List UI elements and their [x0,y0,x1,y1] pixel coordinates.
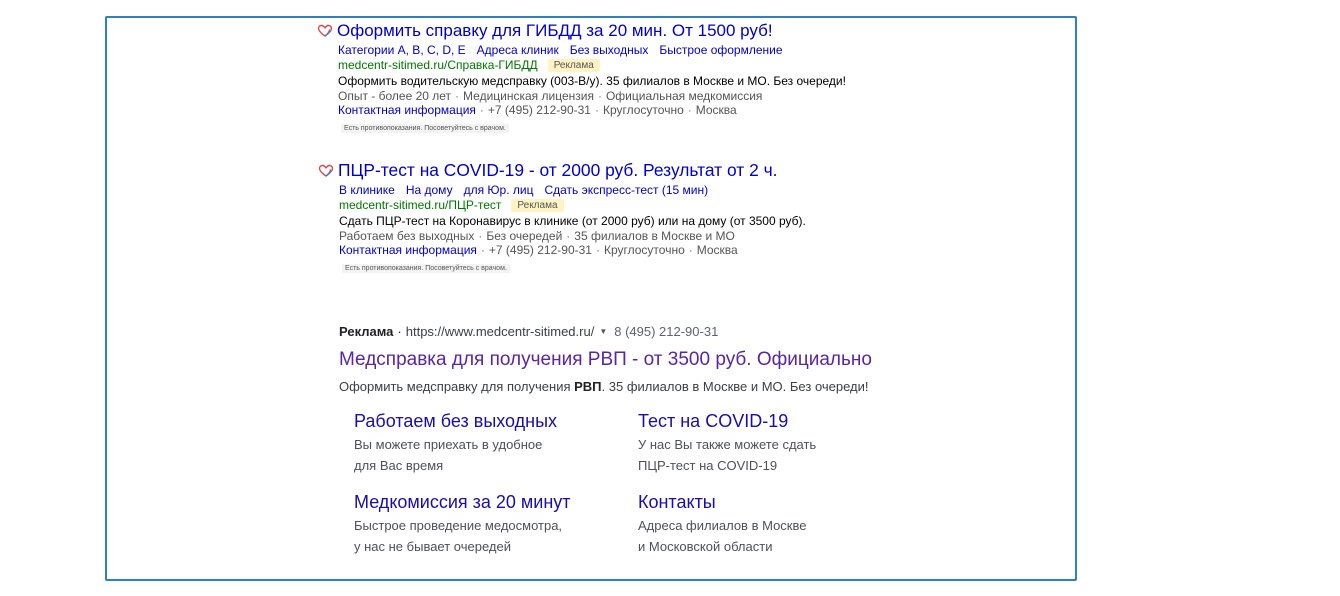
google-ad-description: Оформить медсправку для получения РВП. 3… [339,379,872,394]
sitelink[interactable]: Категории A, B, C, D, E [338,43,466,57]
sitelink-desc-line: у нас не бывает очередей [354,539,511,554]
sitelink-desc-line: Адреса филиалов в Москве [638,518,807,533]
contact-info-link[interactable]: Контактная информация [339,243,477,257]
sitelink[interactable]: Адреса клиник [477,43,559,57]
sitelink-desc-line: У нас Вы также можете сдать [638,437,817,452]
hours: Круглосуточно [603,243,685,257]
sitelink-desc: Быстрое проведение медосмотра, у нас не б… [354,515,614,557]
ad-title-link[interactable]: Оформить справку для ГИБДД за 20 мин. От… [337,21,773,41]
phone[interactable]: +7 (495) 212-90-31 [489,243,592,257]
sitelink[interactable]: Сдать экспресс-тест (15 мин) [544,183,708,197]
ad-url[interactable]: https://www.medcentr-sitimed.ru/ [406,324,595,339]
sitelink-desc: Адреса филиалов в Москве и Московской обл… [638,515,898,557]
ad-description: Сдать ПЦР-тест на Коронавирус в клинике … [339,214,806,228]
ad-features: Опыт - более 20 лет · Медицинская лицензия… [338,89,763,103]
sitelink[interactable]: Быстрое оформление [659,43,782,57]
sitelink-title[interactable]: Контакты [638,492,898,513]
city: Москва [695,103,737,117]
heart-icon [318,164,334,177]
feature: 35 филиалов в Москве и МО [574,229,735,243]
sitelink[interactable]: На дому [406,183,453,197]
sitelink-block: Медкомиссия за 20 минут Быстрое проведен… [354,492,614,557]
feature: Медицинская лицензия [463,89,594,103]
phone[interactable]: +7 (495) 212-90-31 [488,103,591,117]
sitelink[interactable]: Без выходных [570,43,649,57]
sitelink[interactable]: для Юр. лиц [464,183,534,197]
yandex-ad-2: ПЦР-тест на COVID-19 - от 2000 руб. Резу… [318,160,806,275]
ad-url[interactable]: medcentr-sitimed.ru/ПЦР-тест [339,198,501,212]
sitelink-title[interactable]: Работаем без выходных [354,411,614,432]
sitelink-desc-line: Быстрое проведение медосмотра, [354,518,563,533]
ad-sitelinks: Категории A, B, C, D, E Адреса клиник Без … [338,43,846,57]
city: Москва [696,243,738,257]
sitelink-block: Работаем без выходных Вы можете приехать… [354,411,614,476]
ad-label: Реклама [339,324,394,339]
ad-url-line: medcentr-sitimed.ru/Справка-ГИБДД Реклам… [338,58,846,72]
sitelink[interactable]: В клинике [339,183,395,197]
heart-icon [317,24,333,37]
feature: Официальная медкомиссия [605,89,763,103]
ad-title-link[interactable]: ПЦР-тест на COVID-19 - от 2000 руб. Резу… [338,160,777,181]
google-ad: Реклама · https://www.medcentr-sitimed.r… [339,324,872,394]
sitelink-desc-line: для Вас время [354,458,444,473]
sitelink-block: Контакты Адреса филиалов в Москве и Моско… [638,492,898,557]
sitelink-desc-line: ПЦР-тест на COVID-19 [638,458,778,473]
ad-features: Работаем без выходных · Без очередей · 35 фи… [339,229,735,243]
phone[interactable]: 8 (495) 212-90-31 [614,324,718,339]
desc-text: . 35 филиалов в Москве и МО. Без очереди… [601,379,869,394]
sitelink-desc-line: Вы можете приехать в удобное [354,437,543,452]
hours: Круглосуточно [602,103,684,117]
google-ad-title[interactable]: Медсправка для получения РВП - от 3500 р… [339,349,872,371]
ad-sitelinks: В клинике На дому для Юр. лиц Сдать экспрес… [339,183,806,197]
sitelink-desc-line: и Московской области [638,539,773,554]
ad-title-row: Оформить справку для ГИБДД за 20 мин. От… [317,21,846,41]
ad-url[interactable]: medcentr-sitimed.ru/Справка-ГИБДД [338,58,538,72]
sitelink-desc: У нас Вы также можете сдать ПЦР-тест на C… [638,434,898,476]
dropdown-arrow-icon[interactable]: ▼ [599,327,607,336]
sitelink-desc: Вы можете приехать в удобное для Вас врем… [354,434,614,476]
ad-badge: Реклама [511,198,564,212]
desc-text: Оформить медсправку для получения [339,379,575,394]
medical-warning: Есть противопоказания. Посоветуйтесь с в… [341,124,509,133]
ad-title-row: ПЦР-тест на COVID-19 - от 2000 руб. Резу… [318,160,806,181]
ad-url-line: medcentr-sitimed.ru/ПЦР-тест Реклама [339,198,806,212]
ad-contacts: Контактная информация · +7 (495) 212-90-31… [339,243,738,257]
feature: Работаем без выходных [339,229,475,243]
feature: Опыт - более 20 лет [338,89,452,103]
sitelink-title[interactable]: Тест на COVID-19 [638,411,898,432]
ad-description: Оформить водительскую медсправку (003-В/… [338,74,846,88]
separator-dot: · [397,324,402,339]
feature: Без очередей [486,229,563,243]
ad-badge: Реклама [547,58,600,72]
google-sitelinks: Работаем без выходных Вы можете приехать… [354,411,954,561]
ad-contacts: Контактная информация · +7 (495) 212-90-31… [338,103,737,117]
medical-warning: Есть противопоказания. Посоветуйтесь с в… [342,264,510,273]
sitelink-title[interactable]: Медкомиссия за 20 минут [354,492,614,513]
sitelink-block: Тест на COVID-19 У нас Вы также можете с… [638,411,898,476]
google-ad-header: Реклама · https://www.medcentr-sitimed.r… [339,324,872,339]
desc-bold: РВП [574,379,602,394]
contact-info-link[interactable]: Контактная информация [338,103,476,117]
yandex-ad-1: Оформить справку для ГИБДД за 20 мин. От… [317,21,846,135]
